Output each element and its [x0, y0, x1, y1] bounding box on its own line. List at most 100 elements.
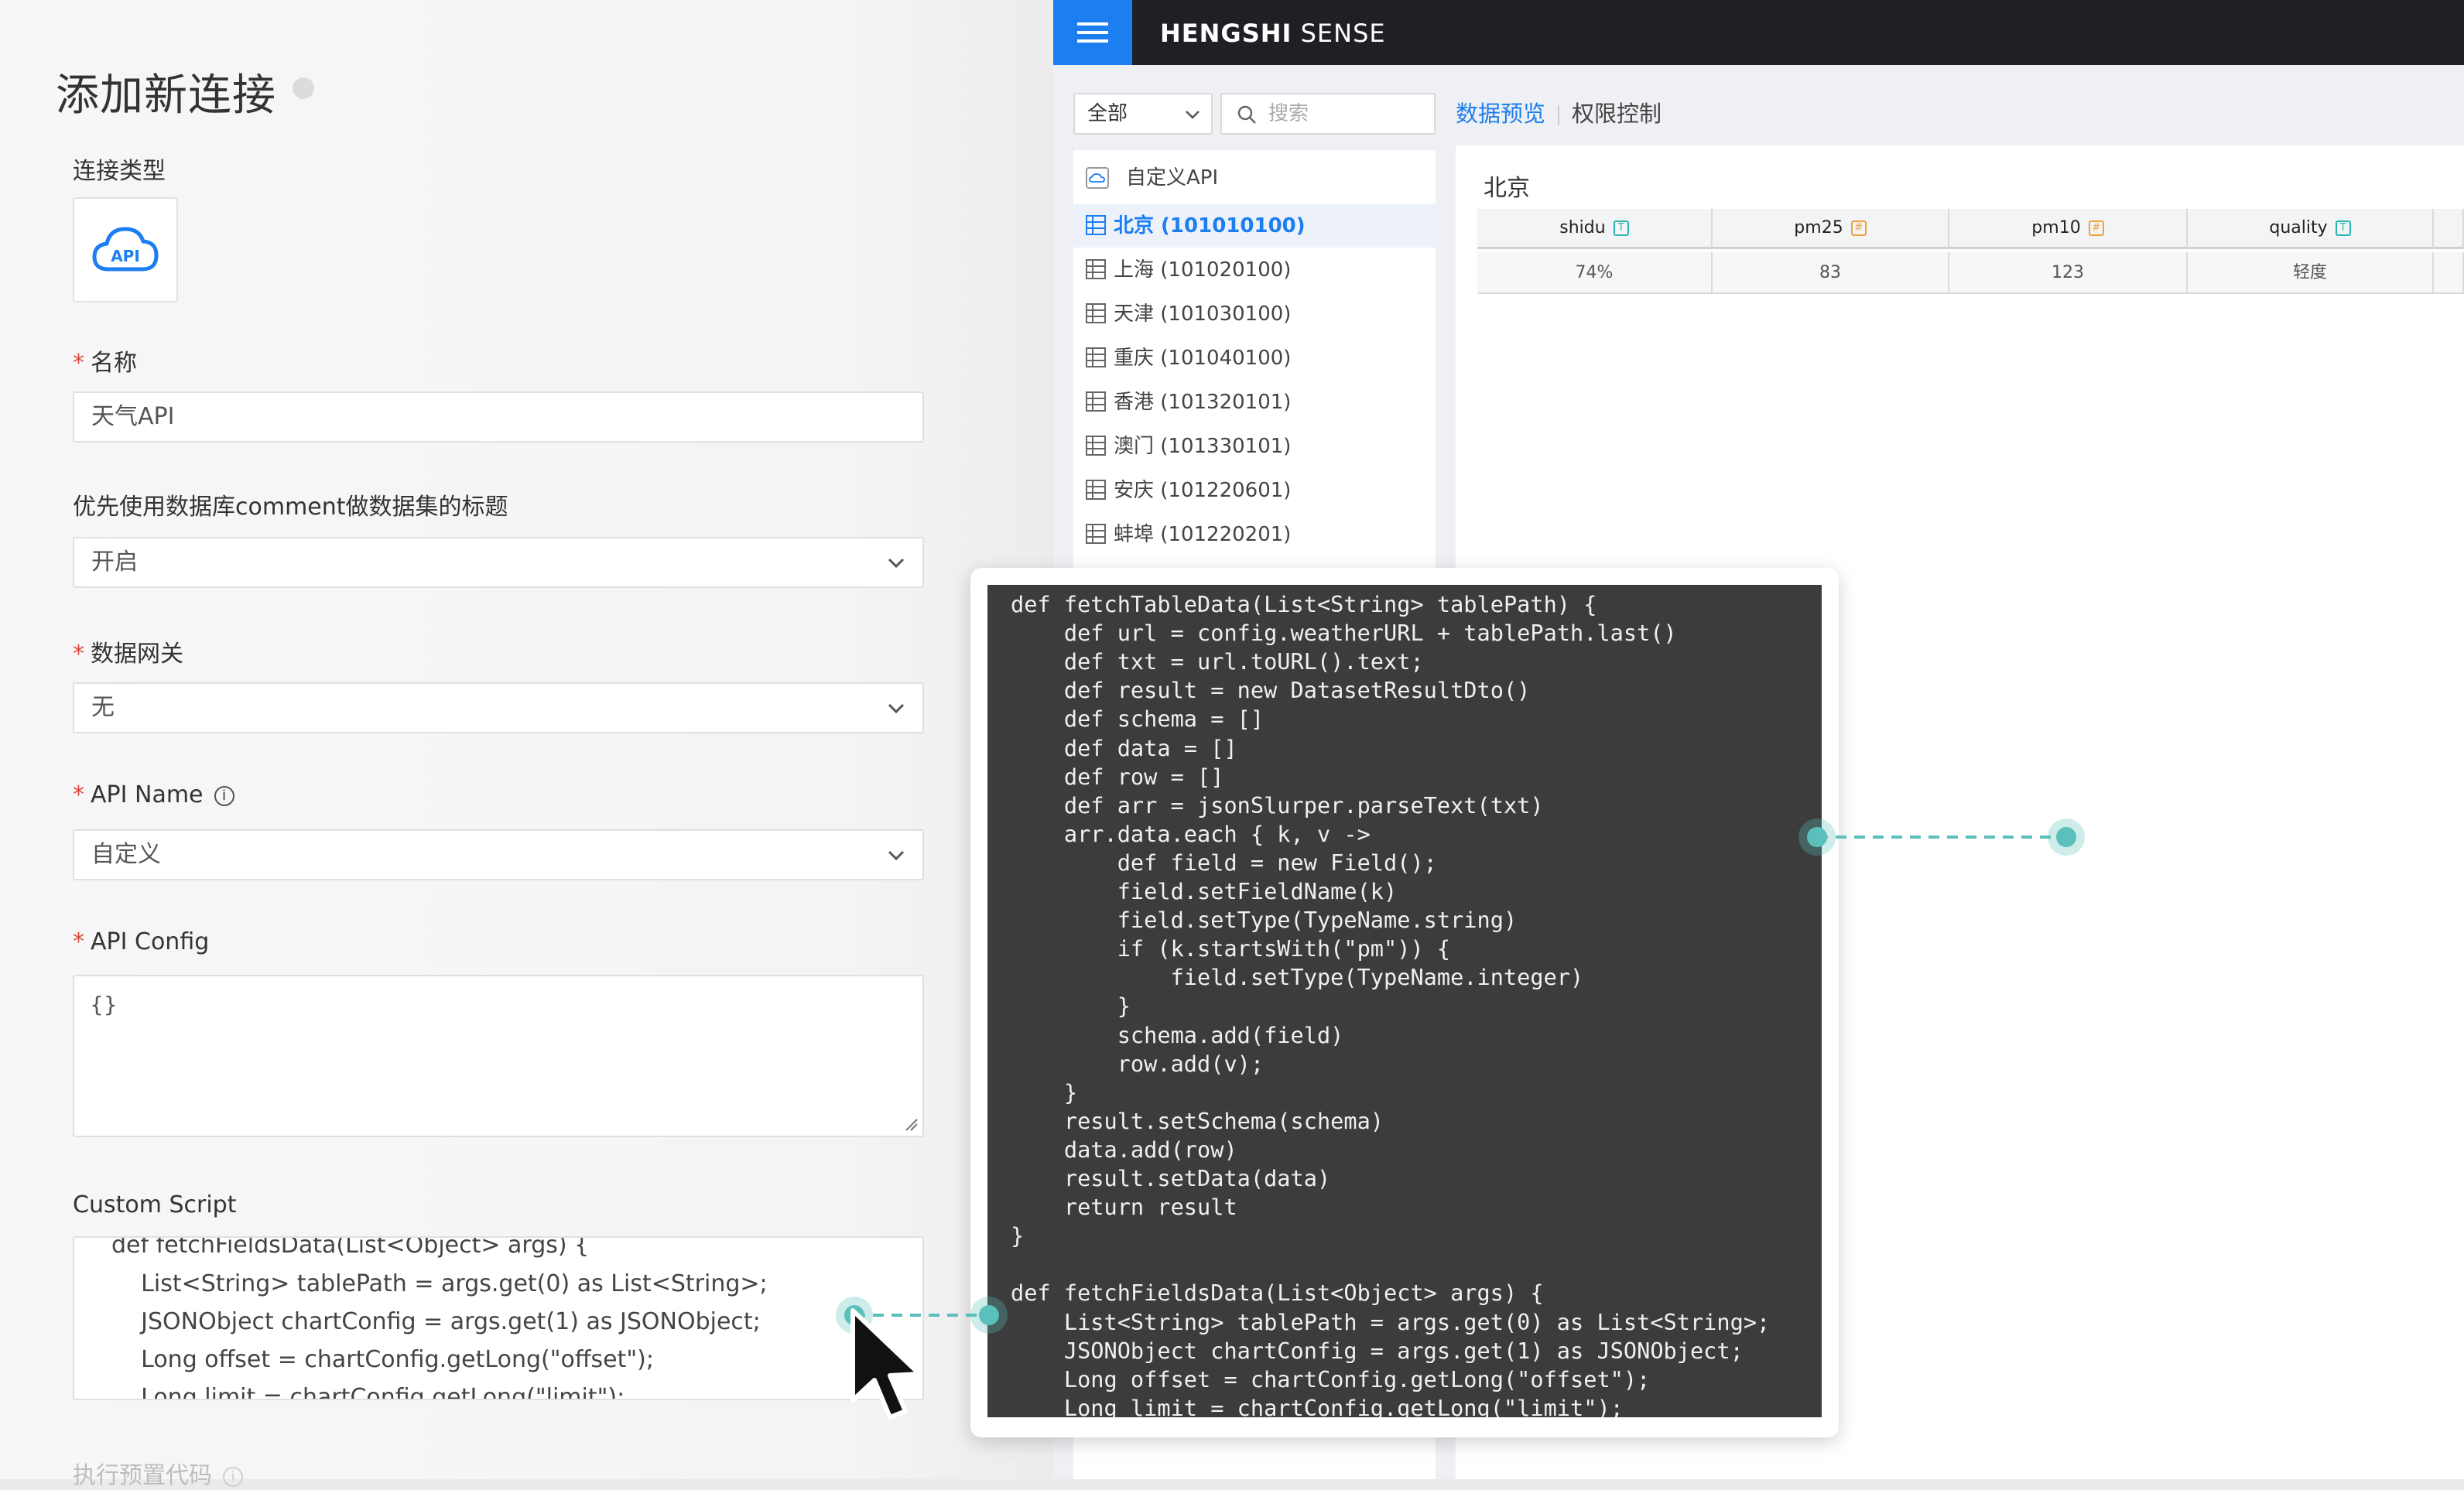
name-label: * 名称: [73, 343, 137, 378]
code-line: def row = []: [1011, 763, 1224, 790]
gateway-label-text: 数据网关: [91, 641, 183, 668]
gateway-value: 无: [91, 694, 115, 721]
code-line: List<String> tablePath = args.get(0) as …: [1011, 1308, 1771, 1335]
list-item-label: 上海 (101020100): [1114, 258, 1292, 282]
list-item-shanghai[interactable]: 上海 (101020100): [1073, 248, 1436, 292]
code-line: field.setType(TypeName.integer): [1011, 964, 1584, 991]
list-item-macau[interactable]: 澳门 (101330101): [1073, 425, 1436, 468]
column-name: quality: [2269, 218, 2328, 238]
hamburger-menu-icon: [1077, 22, 1108, 43]
code-callout-card: def fetchTableData(List<String> tablePat…: [970, 568, 1839, 1437]
category-filter-select[interactable]: 全部: [1073, 93, 1213, 135]
code-line: Long offset = chartConfig.getLong("offse…: [1011, 1365, 1651, 1393]
tab-permissions[interactable]: 权限控制: [1572, 101, 1661, 127]
info-icon: i: [223, 1466, 243, 1487]
api-name-label-text: API Name: [91, 781, 204, 808]
name-input[interactable]: 天气API: [73, 391, 924, 443]
api-cloud-icon: API: [92, 227, 159, 272]
list-item-label: 重庆 (101040100): [1114, 347, 1292, 370]
list-item-beijing[interactable]: 北京 (101010100): [1073, 204, 1436, 248]
code-line: def txt = url.toURL().text;: [1011, 648, 1424, 675]
api-cloud-icon: [1086, 167, 1109, 189]
code-line: return result: [1011, 1194, 1237, 1221]
table-cell: 轻度: [2188, 252, 2434, 294]
list-item-label: 蚌埠 (101220201): [1114, 523, 1292, 546]
preset-code-label-text: 执行预置代码: [73, 1462, 212, 1489]
preview-title: 北京: [1484, 175, 1530, 202]
list-item-label: 安庆 (101220601): [1114, 479, 1292, 502]
code-line: data.add(row): [1011, 1136, 1237, 1163]
list-item-label: 天津 (101030100): [1114, 302, 1292, 326]
code-line: }: [1011, 1078, 1078, 1106]
tab-data-preview[interactable]: 数据预览: [1456, 101, 1545, 127]
required-mark: *: [73, 641, 84, 668]
list-item-bengbu[interactable]: 蚌埠 (101220201): [1073, 513, 1436, 556]
list-item-hongkong[interactable]: 香港 (101320101): [1073, 381, 1436, 424]
list-item-chongqing[interactable]: 重庆 (101040100): [1073, 337, 1436, 380]
list-item-label: 澳门 (101330101): [1114, 435, 1292, 458]
table-icon: [1086, 215, 1106, 235]
text-type-icon: T: [1613, 220, 1629, 236]
menu-button[interactable]: [1053, 0, 1132, 65]
info-icon[interactable]: i: [214, 785, 234, 806]
api-name-value: 自定义: [91, 841, 161, 868]
comment-title-select[interactable]: 开启: [73, 537, 924, 588]
api-config-textarea[interactable]: {}: [73, 975, 924, 1137]
list-item-tianjin[interactable]: 天津 (101030100): [1073, 292, 1436, 336]
gateway-select[interactable]: 无: [73, 682, 924, 733]
script-line: def fetchFieldsData(List<Object> args) {: [111, 1236, 590, 1259]
search-icon: [1237, 105, 1256, 124]
table-icon: [1086, 347, 1106, 367]
preview-connector: [1798, 818, 2085, 856]
table-icon: [1086, 259, 1106, 279]
gateway-label: * 数据网关: [73, 634, 183, 668]
code-line: def arr = jsonSlurper.parseText(txt): [1011, 791, 1544, 818]
script-line: Long offset = chartConfig.getLong("offse…: [111, 1346, 654, 1373]
resize-handle-icon[interactable]: [904, 1117, 918, 1131]
code-line: def url = config.weatherURL + tablePath.…: [1011, 620, 1677, 647]
code-block: def fetchTableData(List<String> tablePat…: [987, 585, 1822, 1417]
table-icon: [1086, 524, 1106, 544]
name-label-text: 名称: [91, 350, 137, 377]
search-placeholder: 搜索: [1268, 102, 1309, 125]
tab-divider: [1558, 105, 1560, 125]
mouse-cursor-icon: [850, 1308, 922, 1420]
code-line: }: [1011, 993, 1131, 1020]
custom-script-editor[interactable]: def fetchFieldsData(List<Object> args) {…: [73, 1236, 924, 1400]
api-config-label-text: API Config: [91, 928, 210, 955]
app-topbar: HENGSHI SENSE: [1053, 0, 2464, 65]
number-type-icon: #: [1850, 220, 1867, 236]
code-line: if (k.startsWith("pm")) {: [1011, 935, 1451, 962]
code-line: JSONObject chartConfig = args.get(1) as …: [1011, 1337, 1744, 1364]
column-header[interactable]: pm25 #: [1713, 209, 1949, 249]
list-item-label: 自定义API: [1126, 166, 1219, 190]
column-header[interactable]: pm10 #: [1949, 209, 2188, 249]
table-cell: 74%: [1477, 252, 1713, 294]
api-name-select[interactable]: 自定义: [73, 829, 924, 880]
column-header[interactable]: quality T: [2188, 209, 2434, 249]
list-item-custom-api[interactable]: 自定义API: [1073, 156, 1436, 200]
code-line: result.setData(data): [1011, 1165, 1331, 1191]
table-cell: [2434, 252, 2464, 294]
connection-form-panel: 添加新连接 连接类型 API * 名称 天气API 优先使用数据库comment做…: [0, 0, 1053, 1489]
code-line: def fetchTableData(List<String> tablePat…: [1011, 591, 1597, 617]
column-header[interactable]: shidu T: [1477, 209, 1713, 249]
code-line: arr.data.each { k, v ->: [1011, 820, 1371, 847]
list-item-anqing[interactable]: 安庆 (101220601): [1073, 469, 1436, 512]
api-connection-type-tile[interactable]: API: [73, 197, 178, 302]
code-line: field.setFieldName(k): [1011, 878, 1398, 904]
search-input[interactable]: 搜索: [1220, 93, 1436, 135]
title-status-dot: [293, 77, 314, 99]
table-cell: 83: [1713, 252, 1949, 294]
code-line: Long limit = chartConfig.getLong("limit"…: [1011, 1394, 1624, 1417]
code-line: field.setType(TypeName.string): [1011, 907, 1518, 934]
preview-tabs: 数据预览 权限控制: [1456, 96, 1661, 128]
script-line: List<String> tablePath = args.get(0) as …: [111, 1270, 768, 1297]
required-mark: *: [73, 781, 84, 808]
code-line: }: [1011, 1222, 1025, 1249]
code-line: schema.add(field): [1011, 1021, 1344, 1048]
code-line: def data = []: [1011, 734, 1237, 761]
code-line: row.add(v);: [1011, 1050, 1265, 1077]
form-title: 添加新连接: [56, 70, 276, 121]
api-name-label: * API Name i: [73, 781, 234, 808]
